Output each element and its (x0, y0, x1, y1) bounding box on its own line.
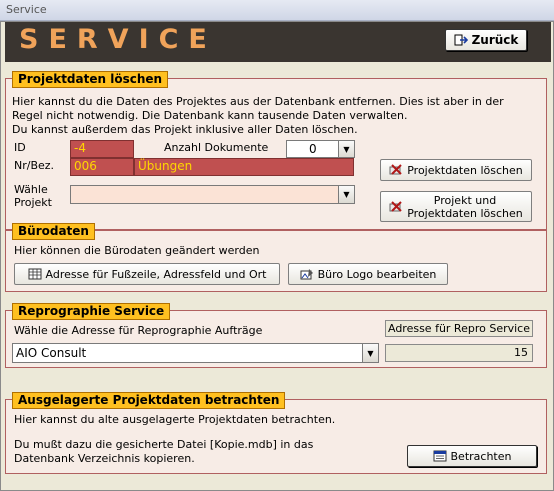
edit-logo-button[interactable]: Büro Logo bearbeiten (288, 263, 448, 285)
bezeichnung-field[interactable]: Übungen (134, 158, 354, 176)
delete-projekt-button[interactable]: Projekt und Projektdaten löschen (380, 191, 532, 222)
nr-field[interactable]: 006 (70, 158, 134, 176)
table-icon (28, 268, 42, 280)
chevron-down-icon[interactable]: ▼ (362, 344, 378, 362)
section-archive: Ausgelagerte Projektdaten betrachten Hie… (5, 392, 547, 474)
repro-address-select[interactable]: AIO Consult ▼ (12, 343, 379, 363)
archive-line-3: Datenbank Verzeichnis kopieren. (14, 452, 195, 465)
archive-line-2: Du mußt dazu die gesicherte Datei [Kopie… (14, 438, 314, 451)
repro-number: 15 (514, 346, 528, 359)
nr-label: Nr/Bez. (14, 159, 55, 172)
window-titlebar: Service (0, 0, 554, 21)
section-buerodaten: Bürodaten Hier können die Bürodaten geän… (5, 223, 547, 292)
projektdaten-description-2: Regel nicht notwendig. Die Datenbank kan… (12, 109, 408, 122)
chevron-down-icon[interactable]: ▼ (338, 141, 354, 157)
back-button[interactable]: Zurück (445, 29, 527, 51)
section-label-projektdaten: Projektdaten löschen (12, 71, 169, 88)
id-field[interactable]: -4 (70, 140, 134, 158)
view-archive-label: Betrachten (450, 449, 512, 463)
header-bar: SERVICE Zurück (5, 22, 551, 62)
delete-projekt-label: Projekt und Projektdaten löschen (407, 194, 523, 220)
section-repro: Reprographie Service Wähle die Adresse f… (5, 303, 547, 368)
waehle-label-1: Wähle (14, 183, 48, 196)
projektdaten-description-1: Hier kannst du die Daten des Projektes a… (12, 95, 504, 108)
edit-address-button[interactable]: Adresse für Fußzeile, Adressfeld und Ort (14, 263, 280, 285)
section-label-buerodaten: Bürodaten (12, 223, 95, 240)
waehle-label-2: Projekt (14, 196, 52, 209)
section-projektdaten: Projektdaten löschen Hier kannst du die … (5, 71, 547, 230)
exit-door-icon (454, 34, 468, 46)
repro-address-label: Adresse für Repro Service (385, 320, 533, 337)
repro-number-field: 15 (385, 344, 533, 362)
section-label-archive: Ausgelagerte Projektdaten betrachten (12, 392, 286, 409)
buerodaten-description: Hier können die Bürodaten geändert werde… (14, 244, 260, 257)
repro-description: Wähle die Adresse für Reprographie Auftr… (14, 324, 263, 337)
edit-logo-label: Büro Logo bearbeiten (317, 267, 437, 281)
projekt-select[interactable]: ▼ (70, 185, 355, 204)
delete-projekt-label-2: Projektdaten löschen (407, 206, 523, 220)
view-archive-button[interactable]: Betrachten (407, 445, 537, 467)
image-edit-icon (300, 269, 313, 280)
repro-address-value: AIO Consult (16, 346, 87, 360)
form-view-icon (433, 450, 447, 462)
service-form: SERVICE Zurück Projektdaten löschen Hier… (0, 21, 554, 491)
archive-line-1: Hier kannst du alte ausgelagerte Projekt… (14, 413, 336, 426)
anzahl-value: 0 (309, 142, 317, 156)
page-title: SERVICE (19, 24, 217, 55)
delete-projekt-label-1: Projekt und (433, 193, 497, 207)
delete-projektdaten-label: Projektdaten löschen (407, 163, 523, 177)
delete-x-icon (389, 200, 402, 212)
delete-projektdaten-button[interactable]: Projektdaten löschen (380, 159, 532, 181)
projektdaten-description-3: Du kannst außerdem das Projekt inklusive… (12, 123, 358, 136)
window-title: Service (6, 3, 47, 16)
chevron-down-icon[interactable]: ▼ (338, 186, 354, 203)
back-label: Zurück (471, 32, 519, 47)
section-label-repro: Reprographie Service (12, 303, 171, 320)
edit-address-label: Adresse für Fußzeile, Adressfeld und Ort (45, 267, 267, 281)
delete-x-icon (389, 164, 402, 175)
anzahl-dropdown[interactable]: 0 ▼ (286, 140, 355, 158)
id-label: ID (14, 141, 26, 154)
anzahl-label: Anzahl Dokumente (164, 141, 269, 154)
